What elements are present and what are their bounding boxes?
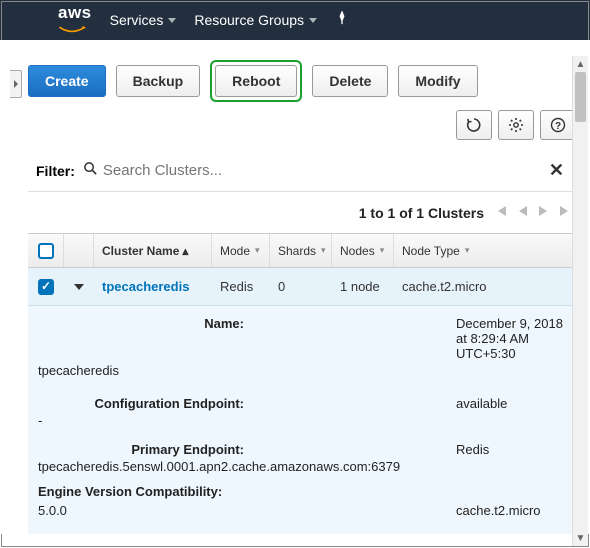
action-toolbar: Create Backup Reboot Delete Modify bbox=[28, 60, 576, 102]
icon-toolbar: ? bbox=[28, 110, 576, 140]
page-last-icon[interactable] bbox=[558, 204, 572, 221]
pagination-text: 1 to 1 of 1 Clusters bbox=[359, 205, 484, 221]
filter-label: Filter: bbox=[36, 163, 75, 179]
detail-primary-ep-label: Primary Endpoint: bbox=[38, 442, 248, 457]
col-cluster-name[interactable]: Cluster Name bbox=[94, 234, 212, 267]
chevron-down-icon bbox=[168, 18, 176, 23]
detail-status: available bbox=[456, 396, 566, 411]
nav-services-label: Services bbox=[110, 12, 164, 28]
row-shards: 0 bbox=[270, 268, 332, 305]
checkbox-icon[interactable] bbox=[38, 243, 54, 259]
gear-icon bbox=[508, 117, 524, 133]
detail-created: December 9, 2018 at 8:29:4 AM UTC+5:30 bbox=[456, 316, 566, 361]
chevron-down-icon bbox=[309, 18, 317, 23]
detail-name-value: tpecacheredis bbox=[38, 363, 119, 378]
delete-button[interactable]: Delete bbox=[312, 65, 388, 97]
detail-node-type: cache.t2.micro bbox=[456, 503, 566, 518]
aws-logo-text: aws bbox=[58, 3, 92, 23]
checkbox-icon[interactable] bbox=[38, 279, 54, 295]
reboot-highlight: Reboot bbox=[210, 60, 302, 102]
detail-panel: Name: December 9, 2018 at 8:29:4 AM UTC+… bbox=[28, 306, 576, 534]
table-row[interactable]: tpecacheredis Redis 0 1 node cache.t2.mi… bbox=[28, 268, 576, 306]
search-input[interactable] bbox=[81, 160, 568, 181]
help-button[interactable]: ? bbox=[540, 110, 576, 140]
nav-services[interactable]: Services bbox=[110, 12, 177, 28]
main-content: Create Backup Reboot Delete Modify ? Fil… bbox=[0, 40, 590, 534]
row-mode: Redis bbox=[212, 268, 270, 305]
reboot-button[interactable]: Reboot bbox=[215, 65, 297, 97]
aws-smile-icon bbox=[58, 25, 86, 35]
col-shards[interactable]: Shards bbox=[270, 234, 332, 267]
pagination-controls bbox=[494, 204, 572, 221]
detail-config-ep-value: - bbox=[38, 413, 42, 428]
top-navbar: aws Services Resource Groups bbox=[0, 0, 590, 40]
vertical-scrollbar[interactable]: ▲ ▼ bbox=[572, 56, 588, 546]
pagination-row: 1 to 1 of 1 Clusters bbox=[28, 192, 576, 234]
backup-button[interactable]: Backup bbox=[116, 65, 201, 97]
expand-header bbox=[64, 234, 94, 267]
page-prev-icon[interactable] bbox=[518, 204, 528, 221]
refresh-icon bbox=[466, 117, 482, 133]
row-checkbox-cell[interactable] bbox=[28, 268, 64, 305]
create-button[interactable]: Create bbox=[28, 65, 106, 97]
detail-engine-compat-label: Engine Version Compatibility: bbox=[38, 484, 226, 499]
filter-row: Filter: ✕ bbox=[28, 154, 576, 192]
settings-button[interactable] bbox=[498, 110, 534, 140]
detail-config-ep-label: Configuration Endpoint: bbox=[38, 396, 248, 411]
col-mode[interactable]: Mode bbox=[212, 234, 270, 267]
row-expand-toggle[interactable] bbox=[64, 268, 94, 305]
row-cluster-name[interactable]: tpecacheredis bbox=[94, 268, 212, 305]
detail-engine: Redis bbox=[456, 442, 566, 457]
detail-engine-compat-value: 5.0.0 bbox=[38, 503, 67, 518]
chevron-down-icon bbox=[74, 284, 84, 290]
col-node-type[interactable]: Node Type bbox=[394, 234, 576, 267]
aws-logo[interactable]: aws bbox=[10, 3, 92, 38]
table-header: Cluster Name Mode Shards Nodes Node Type bbox=[28, 234, 576, 268]
col-nodes[interactable]: Nodes bbox=[332, 234, 394, 267]
modify-button[interactable]: Modify bbox=[398, 65, 477, 97]
detail-primary-ep-value: tpecacheredis.5enswl.0001.apn2.cache.ama… bbox=[38, 459, 400, 474]
select-all-header[interactable] bbox=[28, 234, 64, 267]
search-icon bbox=[83, 161, 98, 180]
help-icon: ? bbox=[550, 117, 566, 133]
refresh-button[interactable] bbox=[456, 110, 492, 140]
row-node-type: cache.t2.micro bbox=[394, 268, 576, 305]
page-next-icon[interactable] bbox=[538, 204, 548, 221]
svg-text:?: ? bbox=[555, 121, 561, 132]
nav-resource-groups[interactable]: Resource Groups bbox=[194, 12, 317, 28]
scroll-thumb[interactable] bbox=[575, 72, 586, 122]
detail-name-label: Name: bbox=[38, 316, 248, 331]
page-first-icon[interactable] bbox=[494, 204, 508, 221]
row-nodes: 1 node bbox=[332, 268, 394, 305]
clusters-table: Cluster Name Mode Shards Nodes Node Type… bbox=[28, 234, 576, 534]
pin-icon[interactable] bbox=[335, 11, 349, 29]
scroll-up-icon[interactable]: ▲ bbox=[573, 56, 588, 72]
nav-resource-groups-label: Resource Groups bbox=[194, 12, 304, 28]
clear-filter-icon[interactable]: ✕ bbox=[549, 160, 564, 181]
sidebar-expand-tab[interactable] bbox=[10, 70, 22, 98]
cluster-name-link[interactable]: tpecacheredis bbox=[102, 279, 189, 294]
scroll-down-icon[interactable]: ▼ bbox=[573, 530, 588, 546]
filter-input-wrap: ✕ bbox=[81, 160, 568, 181]
